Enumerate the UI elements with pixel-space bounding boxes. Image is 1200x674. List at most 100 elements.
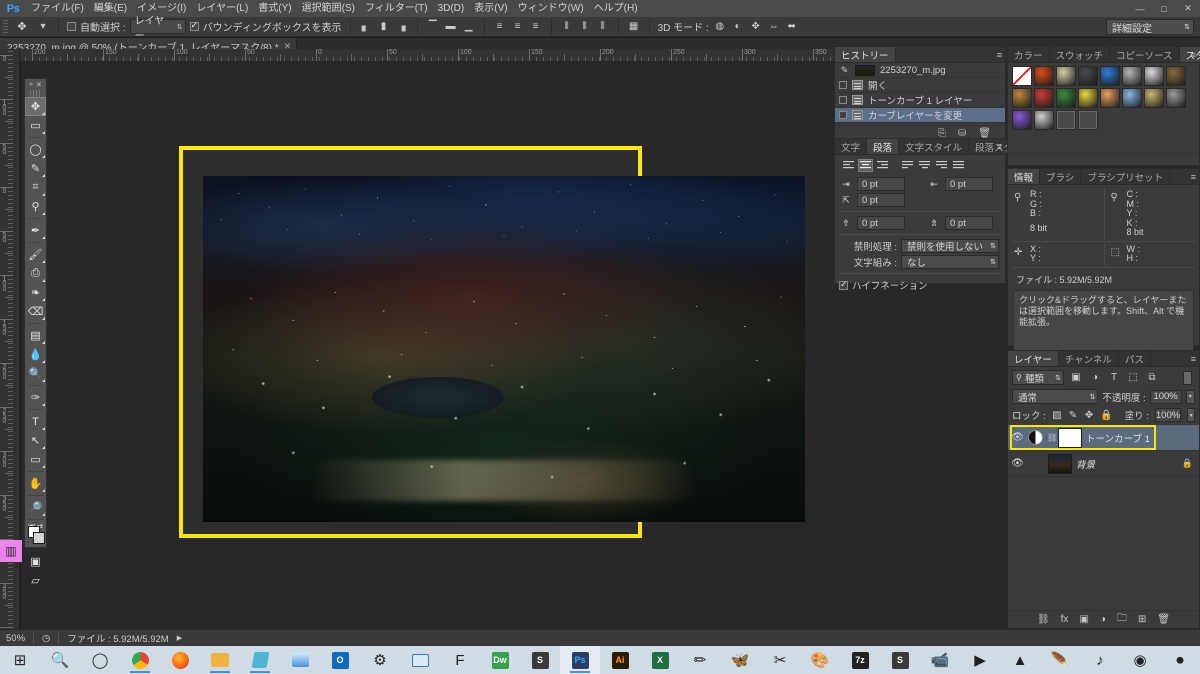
status-expand-icon[interactable]: ▶ [177,634,182,642]
style-swatch[interactable] [1122,88,1142,108]
move-tool-icon[interactable]: ✥ [25,97,46,116]
tab-character-styles[interactable]: 文字スタイル [899,139,970,154]
tab-history[interactable]: ヒストリー [835,47,896,62]
pen-tool-icon[interactable]: ✑ [25,388,46,407]
distribute-bottom-icon[interactable]: ≡ [529,20,543,34]
rotate-3d-icon[interactable]: ◍ [713,20,727,34]
close-icon[interactable]: ✕ [36,81,42,89]
justify-all-button[interactable] [951,159,966,172]
tab-clone-source[interactable]: コピーソース [1110,47,1180,62]
layer-name[interactable]: 背景 [1076,457,1095,471]
lock-position-icon[interactable]: ✥ [1084,410,1094,421]
vlc-taskbar-icon[interactable]: ▲ [1000,646,1040,674]
options-bar-grip[interactable] [3,19,8,34]
new-group-icon[interactable]: 🗀 [1117,611,1127,628]
history-snapshot-row[interactable]: ✎ 2253270_m.jpg [835,63,1005,78]
align-right-edges-icon[interactable]: ▗ [395,20,409,34]
layer-row-background[interactable]: 👁 背景 🔒 [1008,451,1199,477]
brush-tool-icon[interactable]: 🖌 [25,245,46,264]
close-button[interactable]: ✕ [1176,0,1200,17]
style-swatch[interactable] [1078,110,1098,130]
settings-taskbar-icon[interactable]: ⚙ [360,646,400,674]
panel-menu-icon[interactable]: ≡ [1191,354,1196,364]
panel-menu-icon[interactable]: ≡ [1191,50,1196,60]
layer-visibility-icon[interactable]: 👁 [1011,432,1024,443]
history-source-checkbox[interactable] [839,111,847,119]
toolbox-header[interactable]: » ✕ [25,79,46,90]
style-swatch[interactable] [1034,88,1054,108]
menu-file[interactable]: ファイル(F) [26,0,89,17]
indent-right-field[interactable]: 0 pt [945,177,993,191]
tab-swatches[interactable]: スウォッチ [1049,47,1111,62]
notes-taskbar-icon[interactable] [240,646,280,674]
illustrator-taskbar-icon[interactable]: Ai [600,646,640,674]
pan-3d-icon[interactable]: ✥ [749,20,763,34]
outlook-taskbar-icon[interactable]: O [320,646,360,674]
quick-selection-tool-icon[interactable]: ✎ [25,159,46,178]
menu-layer[interactable]: レイヤー(L) [191,0,253,17]
type-tool-icon[interactable]: T [25,412,46,431]
paint-taskbar-icon[interactable]: 🎨 [800,646,840,674]
align-left-button[interactable] [841,159,856,172]
space-before-field[interactable]: 0 pt [857,216,905,230]
align-top-edges-icon[interactable]: ▔ [426,20,440,34]
toolbox-grip[interactable] [30,90,41,97]
align-left-edges-icon[interactable]: ▖ [359,20,373,34]
panel-menu-icon[interactable]: ≡ [997,142,1002,152]
tab-color[interactable]: カラー [1008,47,1050,62]
indent-left-field[interactable]: 0 pt [857,177,905,191]
quick-mask-indicator[interactable]: ▥ [0,540,22,562]
history-state-open[interactable]: 開く [835,78,1005,93]
menu-select[interactable]: 選択範囲(S) [297,0,360,17]
eyedropper-tool-icon[interactable]: ⚲ [25,197,46,216]
opacity-value[interactable]: 100% [1149,389,1182,404]
layer-mask-thumbnail[interactable] [1058,427,1082,448]
purple-taskbar-icon[interactable]: 🪶 [1040,646,1080,674]
eraser-tool-icon[interactable]: ⌫ [25,302,46,321]
foreground-color-swatch[interactable] [33,532,45,544]
style-swatch[interactable] [1122,66,1142,86]
menu-help[interactable]: ヘルプ(H) [589,0,643,17]
teal-taskbar-icon[interactable]: ◉ [1120,646,1160,674]
photoshop-taskbar-icon[interactable]: Ps [560,646,600,674]
quick-mask-toggle[interactable]: ▣ [25,552,46,571]
style-swatch[interactable] [1166,88,1186,108]
ftp-taskbar-icon[interactable]: F [440,646,480,674]
screen-mode-toggle[interactable]: ▱ [25,571,46,590]
add-layer-mask-icon[interactable]: ▣ [1079,614,1088,625]
document-image[interactable] [203,176,805,522]
fill-value[interactable]: 100% [1154,408,1182,422]
menu-type[interactable]: 書式(Y) [253,0,296,17]
type-filter-icon[interactable]: T [1107,372,1121,383]
menu-filter[interactable]: フィルター(T) [360,0,433,17]
minimize-button[interactable]: — [1128,0,1152,17]
curves-adjustment-icon[interactable] [1028,430,1043,445]
history-source-checkbox[interactable] [839,81,847,89]
justify-last-left-button[interactable] [900,159,915,172]
new-layer-icon[interactable]: ⊞ [1138,614,1146,625]
scale-3d-icon[interactable]: ⬌ [785,20,799,34]
styles-swatch-grid[interactable] [1008,63,1199,130]
style-swatch[interactable] [1012,88,1032,108]
smart-object-filter-icon[interactable]: ⧉ [1145,372,1159,383]
style-swatch[interactable] [1034,110,1054,130]
align-vertical-centers-icon[interactable]: ▬ [444,20,458,34]
tool-preset-chevron-icon[interactable]: ▾ [36,20,50,34]
zoom-taskbar-icon[interactable]: 📹 [920,646,960,674]
notepad-taskbar-icon[interactable]: ✏ [680,646,720,674]
history-state-modify-curves[interactable]: カーブレイヤーを変更 [835,108,1005,123]
opacity-stepper[interactable]: ▾ [1185,389,1195,404]
hand-tool-icon[interactable]: ✋ [25,474,46,493]
style-swatch[interactable] [1166,66,1186,86]
style-swatch[interactable] [1012,110,1032,130]
style-swatch[interactable] [1144,88,1164,108]
style-swatch[interactable] [1100,88,1120,108]
distribute-hcenter-icon[interactable]: ⦀ [578,20,592,34]
scissors-taskbar-icon[interactable]: ✂ [760,646,800,674]
tab-brush-presets[interactable]: ブラシプリセット [1081,169,1171,184]
menu-3d[interactable]: 3D(D) [433,0,470,17]
music-taskbar-icon[interactable]: ♪ [1080,646,1120,674]
tab-channels[interactable]: チャンネル [1058,351,1119,366]
align-right-button[interactable] [875,159,890,172]
justify-last-right-button[interactable] [934,159,949,172]
